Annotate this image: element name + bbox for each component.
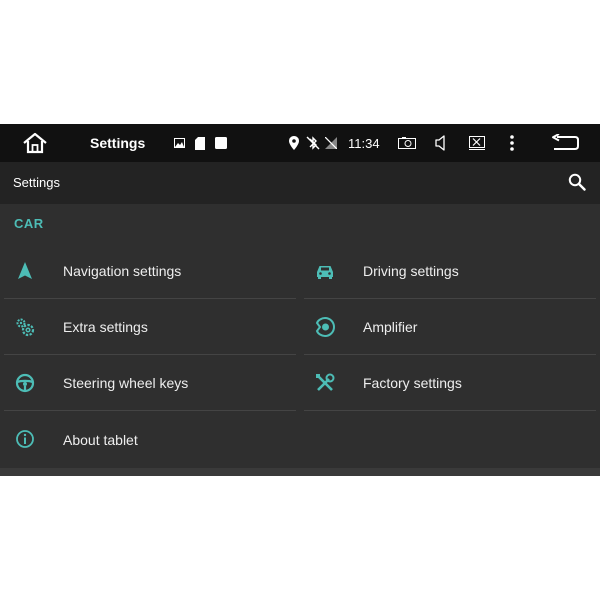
- settings-item-driving[interactable]: Driving settings: [304, 244, 596, 299]
- settings-item-steering-wheel-keys[interactable]: Steering wheel keys: [4, 356, 296, 411]
- settings-item-label: Amplifier: [363, 319, 418, 335]
- settings-item-extra[interactable]: Extra settings: [4, 300, 296, 355]
- settings-item-label: Driving settings: [363, 263, 459, 279]
- status-time: 11:34: [348, 135, 380, 151]
- location-icon: [287, 135, 301, 151]
- camera-icon[interactable]: [396, 135, 418, 151]
- section-header-car: CAR: [14, 216, 44, 231]
- info-icon: [14, 428, 36, 450]
- steering-wheel-icon: [14, 372, 36, 394]
- settings-item-label: Extra settings: [63, 319, 148, 335]
- car-icon: [314, 260, 336, 282]
- settings-item-about-tablet[interactable]: About tablet: [4, 412, 296, 467]
- sd-card-icon: [193, 135, 207, 151]
- android-screen: Settings 11:34 Settings CAR Navigation s…: [0, 124, 600, 476]
- bottom-strip: [0, 468, 600, 476]
- app-bar: Settings: [0, 162, 600, 204]
- settings-item-factory[interactable]: Factory settings: [304, 356, 596, 411]
- settings-item-label: About tablet: [63, 431, 138, 448]
- settings-item-label: Factory settings: [363, 375, 462, 391]
- app-bar-title: Settings: [13, 175, 60, 190]
- search-icon[interactable]: [568, 173, 588, 193]
- gears-icon: [14, 316, 36, 338]
- settings-item-label: Navigation settings: [63, 263, 182, 279]
- settings-item-amplifier[interactable]: Amplifier: [304, 300, 596, 355]
- settings-item-navigation[interactable]: Navigation settings: [4, 244, 296, 299]
- home-icon[interactable]: [20, 130, 50, 156]
- square-notification-icon: [213, 135, 229, 151]
- status-app-title: Settings: [90, 135, 146, 151]
- status-bar: Settings 11:34: [0, 124, 600, 162]
- tools-icon: [314, 372, 336, 394]
- more-vert-icon[interactable]: [505, 133, 519, 153]
- image-notification-icon: [172, 136, 186, 150]
- signal-off-icon: [323, 135, 339, 151]
- navigation-icon: [14, 260, 36, 282]
- speaker-icon: [314, 316, 336, 338]
- bluetooth-off-icon: [305, 135, 321, 151]
- back-icon[interactable]: [549, 132, 581, 154]
- volume-icon[interactable]: [432, 134, 450, 152]
- settings-item-label: Steering wheel keys: [63, 375, 189, 391]
- close-app-icon[interactable]: [467, 135, 487, 151]
